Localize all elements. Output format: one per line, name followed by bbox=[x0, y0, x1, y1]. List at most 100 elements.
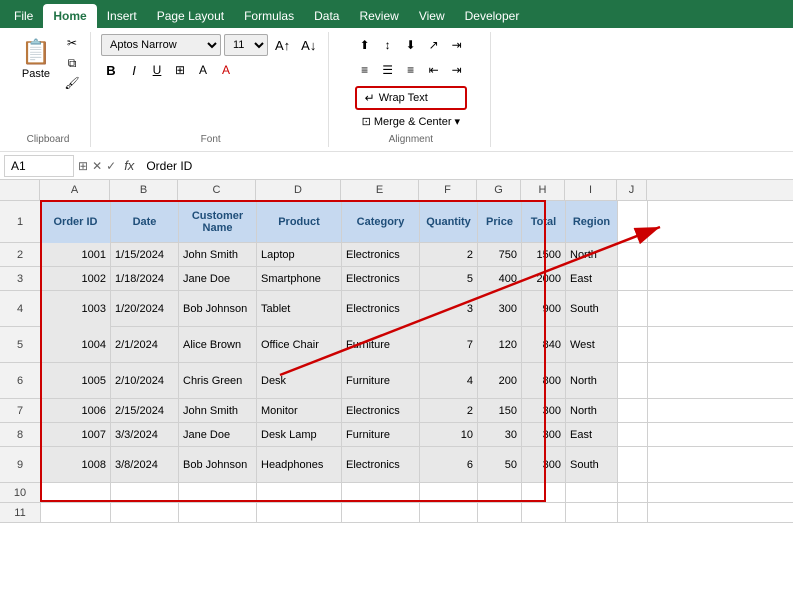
cell-a2[interactable]: 1001 bbox=[41, 243, 111, 266]
cell-f8[interactable]: 10 bbox=[420, 423, 478, 446]
cell-i1[interactable]: Region bbox=[566, 201, 618, 242]
cell-b11[interactable] bbox=[111, 503, 179, 522]
ribbon-tab-home[interactable]: Home bbox=[43, 4, 96, 28]
col-header-g[interactable]: G bbox=[477, 180, 521, 200]
cell-d4[interactable]: Tablet bbox=[257, 291, 342, 326]
cell-g8[interactable]: 30 bbox=[478, 423, 522, 446]
cell-b6[interactable]: 2/10/2024 bbox=[111, 363, 179, 398]
cell-c2[interactable]: John Smith bbox=[179, 243, 257, 266]
cell-f1[interactable]: Quantity bbox=[420, 201, 478, 242]
cell-i4[interactable]: South bbox=[566, 291, 618, 326]
cell-j10[interactable] bbox=[618, 483, 648, 502]
indent-button[interactable]: ⇥ bbox=[447, 34, 467, 56]
col-header-c[interactable]: C bbox=[178, 180, 256, 200]
cell-i7[interactable]: North bbox=[566, 399, 618, 422]
cell-h2[interactable]: 1500 bbox=[522, 243, 566, 266]
cell-i10[interactable] bbox=[566, 483, 618, 502]
col-header-h[interactable]: H bbox=[521, 180, 565, 200]
cell-e7[interactable]: Electronics bbox=[342, 399, 420, 422]
cell-g4[interactable]: 300 bbox=[478, 291, 522, 326]
cell-c4[interactable]: Bob Johnson bbox=[179, 291, 257, 326]
copy-button[interactable]: ⧉ bbox=[62, 54, 82, 72]
align-middle-button[interactable]: ↕ bbox=[378, 34, 398, 56]
col-header-a[interactable]: A bbox=[40, 180, 110, 200]
cell-c11[interactable] bbox=[179, 503, 257, 522]
cell-h7[interactable]: 300 bbox=[522, 399, 566, 422]
cell-f6[interactable]: 4 bbox=[420, 363, 478, 398]
cell-d3[interactable]: Smartphone bbox=[257, 267, 342, 290]
increase-indent-button[interactable]: ⇥ bbox=[447, 59, 467, 81]
cell-c3[interactable]: Jane Doe bbox=[179, 267, 257, 290]
cell-reference-box[interactable]: A1 bbox=[4, 155, 74, 177]
cell-b8[interactable]: 3/3/2024 bbox=[111, 423, 179, 446]
cell-b5[interactable]: 2/1/2024 bbox=[111, 327, 179, 362]
increase-font-button[interactable]: A↑ bbox=[271, 34, 294, 56]
paste-button[interactable]: 📋 Paste bbox=[14, 34, 58, 82]
cell-h3[interactable]: 2000 bbox=[522, 267, 566, 290]
underline-button[interactable]: U bbox=[147, 59, 167, 81]
align-right-button[interactable]: ≡ bbox=[401, 59, 421, 81]
cell-h11[interactable] bbox=[522, 503, 566, 522]
cell-a4[interactable]: 1003 bbox=[41, 291, 111, 327]
cell-i9[interactable]: South bbox=[566, 447, 618, 482]
format-painter-button[interactable]: 🖌 bbox=[62, 74, 82, 92]
cell-e1[interactable]: Category bbox=[342, 201, 420, 242]
cell-a1[interactable]: Order ID bbox=[41, 201, 111, 243]
ribbon-tab-formulas[interactable]: Formulas bbox=[234, 4, 304, 28]
cell-g10[interactable] bbox=[478, 483, 522, 502]
cell-f3[interactable]: 5 bbox=[420, 267, 478, 290]
cell-e11[interactable] bbox=[342, 503, 420, 522]
cell-d11[interactable] bbox=[257, 503, 342, 522]
align-bottom-button[interactable]: ⬇ bbox=[401, 34, 421, 56]
cell-g6[interactable]: 200 bbox=[478, 363, 522, 398]
cell-i5[interactable]: West bbox=[566, 327, 618, 362]
cell-j4[interactable] bbox=[618, 291, 648, 326]
cell-c8[interactable]: Jane Doe bbox=[179, 423, 257, 446]
col-header-e[interactable]: E bbox=[341, 180, 419, 200]
corner-cell[interactable] bbox=[0, 180, 40, 200]
ribbon-tab-developer[interactable]: Developer bbox=[455, 4, 530, 28]
cell-e10[interactable] bbox=[342, 483, 420, 502]
cancel-icon[interactable]: ✕ bbox=[92, 159, 102, 173]
row-header-8[interactable]: 8 bbox=[0, 423, 40, 447]
cell-e3[interactable]: Electronics bbox=[342, 267, 420, 290]
cell-c10[interactable] bbox=[179, 483, 257, 502]
cell-h8[interactable]: 300 bbox=[522, 423, 566, 446]
cell-e2[interactable]: Electronics bbox=[342, 243, 420, 266]
row-header-10[interactable]: 10 bbox=[0, 483, 40, 503]
col-header-f[interactable]: F bbox=[419, 180, 477, 200]
cut-button[interactable]: ✂ bbox=[62, 34, 82, 52]
font-name-select[interactable]: Aptos Narrow bbox=[101, 34, 221, 56]
row-header-9[interactable]: 9 bbox=[0, 447, 40, 483]
cell-g9[interactable]: 50 bbox=[478, 447, 522, 482]
cell-i6[interactable]: North bbox=[566, 363, 618, 398]
cell-c7[interactable]: John Smith bbox=[179, 399, 257, 422]
merge-dropdown-icon[interactable]: ▾ bbox=[455, 115, 461, 128]
cell-e8[interactable]: Furniture bbox=[342, 423, 420, 446]
cell-a11[interactable] bbox=[41, 503, 111, 522]
col-header-d[interactable]: D bbox=[256, 180, 341, 200]
cell-d5[interactable]: Office Chair bbox=[257, 327, 342, 362]
cell-e5[interactable]: Furniture bbox=[342, 327, 420, 362]
cell-c1[interactable]: Customer Name bbox=[179, 201, 257, 242]
cell-i2[interactable]: North bbox=[566, 243, 618, 266]
cell-f4[interactable]: 3 bbox=[420, 291, 478, 326]
cell-h4[interactable]: 900 bbox=[522, 291, 566, 326]
cell-h10[interactable] bbox=[522, 483, 566, 502]
cell-d6[interactable]: Desk bbox=[257, 363, 342, 398]
row-header-6[interactable]: 6 bbox=[0, 363, 40, 399]
formula-input[interactable] bbox=[142, 159, 789, 173]
cell-i11[interactable] bbox=[566, 503, 618, 522]
row-header-11[interactable]: 11 bbox=[0, 503, 40, 523]
cell-g3[interactable]: 400 bbox=[478, 267, 522, 290]
cell-g7[interactable]: 150 bbox=[478, 399, 522, 422]
cell-a6[interactable]: 1005 bbox=[41, 363, 111, 398]
decrease-indent-button[interactable]: ⇤ bbox=[424, 59, 444, 81]
cell-a8[interactable]: 1007 bbox=[41, 423, 111, 446]
cell-a10[interactable] bbox=[41, 483, 111, 502]
cell-c6[interactable]: Chris Green bbox=[179, 363, 257, 398]
cell-d9[interactable]: Headphones bbox=[257, 447, 342, 482]
cell-i8[interactable]: East bbox=[566, 423, 618, 446]
cell-d7[interactable]: Monitor bbox=[257, 399, 342, 422]
cell-c9[interactable]: Bob Johnson bbox=[179, 447, 257, 482]
